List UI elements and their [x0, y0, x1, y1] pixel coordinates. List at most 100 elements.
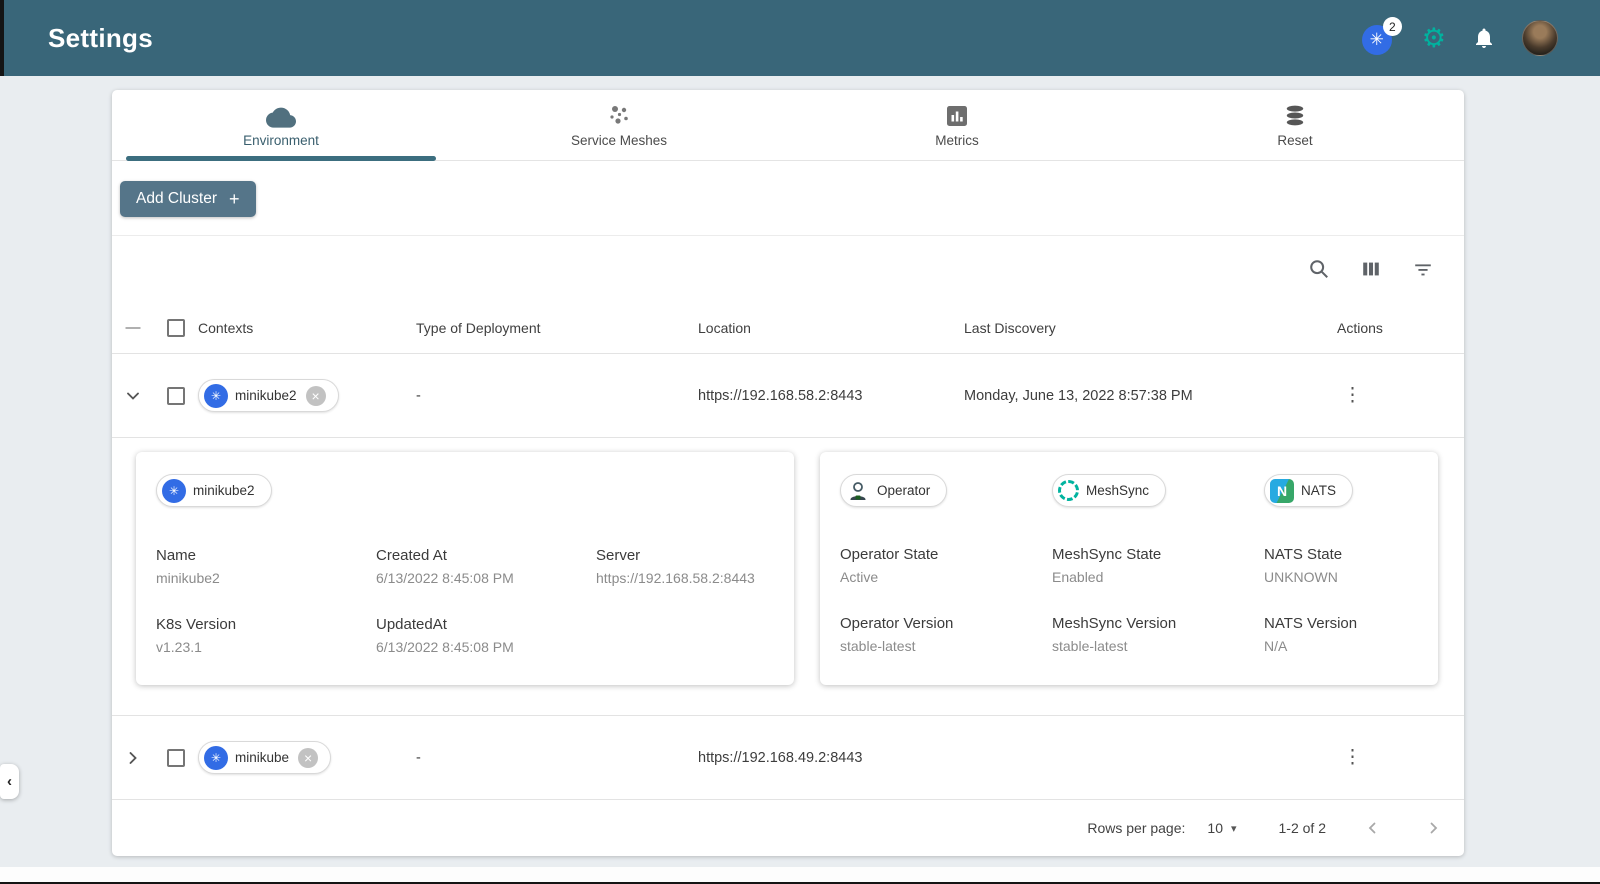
cluster-chip-minikube2: ✳ minikube2: [156, 474, 272, 507]
metrics-chart-icon: [945, 102, 969, 128]
service-mesh-icon: [606, 102, 632, 128]
filter-icon[interactable]: [1412, 258, 1434, 280]
field-label: Name: [156, 547, 197, 564]
column-header-last-discovery[interactable]: Last Discovery: [964, 320, 1319, 336]
tab-service-meshes[interactable]: Service Meshes: [450, 90, 788, 160]
kubernetes-icon: ✳: [204, 383, 228, 408]
plus-icon: +: [228, 189, 240, 209]
context-chip-minikube[interactable]: ✳ minikube ×: [198, 741, 332, 774]
context-chip-minikube2[interactable]: ✳ minikube2 ×: [198, 379, 339, 412]
sidebar-collapse-handle[interactable]: ‹: [0, 764, 19, 799]
field-value: Active: [840, 568, 879, 585]
settings-tabs: Environment Service Meshes Metrics Reset: [112, 90, 1464, 161]
tab-metrics[interactable]: Metrics: [788, 90, 1126, 160]
tab-environment[interactable]: Environment: [112, 90, 450, 161]
field-value: N/A: [1264, 637, 1288, 654]
settings-gear-icon[interactable]: ⚙: [1422, 24, 1446, 52]
field-meshsync-version: MeshSync Version stable-latest: [1052, 615, 1264, 654]
tab-reset[interactable]: Reset: [1126, 90, 1464, 160]
tab-service-meshes-label: Service Meshes: [570, 133, 668, 148]
operator-detail-panel: Operator MeshSync N NATS Operator State …: [820, 452, 1438, 685]
row-checkbox[interactable]: [167, 386, 185, 405]
chevron-left-icon: ‹: [7, 773, 12, 790]
row-checkbox[interactable]: [167, 748, 185, 767]
close-icon[interactable]: ×: [298, 747, 319, 768]
tab-reset-label: Reset: [1277, 133, 1313, 148]
field-label: K8s Version: [156, 616, 237, 633]
field-value: minikube2: [156, 570, 220, 586]
collapse-all-icon[interactable]: —: [126, 319, 141, 336]
column-header-contexts[interactable]: Contexts: [198, 320, 416, 336]
operator-chip-label: Operator: [877, 483, 931, 498]
chevron-down-icon[interactable]: [123, 386, 143, 406]
cluster-chip-label: minikube2: [193, 483, 255, 498]
field-updated-at: UpdatedAt 6/13/2022 8:45:08 PM: [376, 616, 596, 655]
field-value: stable-latest: [840, 637, 916, 654]
caret-down-icon: ▾: [1230, 822, 1237, 835]
field-created-at: Created At 6/13/2022 8:45:08 PM: [376, 547, 596, 586]
kubernetes-count-badge: 2: [1382, 17, 1402, 36]
field-nats-state: NATS State UNKNOWN: [1264, 546, 1418, 585]
kubernetes-status-button[interactable]: ✳ 2: [1361, 17, 1402, 55]
context-chip-label: minikube: [235, 750, 290, 765]
previous-page-button[interactable]: [1364, 819, 1382, 837]
close-icon[interactable]: ×: [305, 385, 326, 406]
field-label: Operator State: [840, 545, 939, 563]
column-header-type[interactable]: Type of Deployment: [416, 320, 698, 336]
field-label: Operator Version: [840, 614, 954, 632]
meshsync-chip: MeshSync: [1052, 474, 1167, 507]
add-cluster-button[interactable]: Add Cluster +: [120, 181, 256, 217]
search-icon[interactable]: [1308, 258, 1330, 280]
field-name: Name minikube2: [156, 547, 376, 586]
pagination-range: 1-2 of 2: [1278, 820, 1326, 836]
table-pagination: Rows per page: 10 ▾ 1-2 of 2: [112, 800, 1464, 856]
field-nats-version: NATS Version N/A: [1264, 615, 1418, 654]
select-all-checkbox[interactable]: [167, 318, 185, 337]
rows-per-page-label: Rows per page:: [1087, 820, 1186, 836]
field-value: UNKNOWN: [1264, 568, 1338, 585]
column-header-location[interactable]: Location: [698, 320, 964, 336]
last-discovery-cell: Monday, June 13, 2022 8:57:38 PM: [964, 387, 1193, 404]
operator-chip: Operator: [840, 474, 948, 507]
row-actions-kebab-icon[interactable]: ⋮: [1337, 383, 1368, 408]
field-value: stable-latest: [1052, 637, 1128, 654]
cluster-detail-panel: ✳ minikube2 Name minikube2 Created At 6/…: [136, 452, 794, 685]
row-actions-kebab-icon[interactable]: ⋮: [1337, 745, 1368, 770]
field-label: UpdatedAt: [376, 616, 447, 633]
app-header: Settings ✳ 2 ⚙: [0, 0, 1600, 76]
page-title: Settings: [48, 22, 153, 53]
field-operator-version: Operator Version stable-latest: [840, 615, 1052, 654]
table-row-minikube: ✳ minikube × - https://192.168.49.2:8443…: [112, 716, 1464, 800]
field-value: Enabled: [1052, 568, 1104, 585]
next-page-button[interactable]: [1424, 819, 1442, 837]
user-avatar[interactable]: [1522, 20, 1558, 56]
notifications-bell-icon[interactable]: [1472, 26, 1496, 50]
field-label: MeshSync State: [1052, 545, 1162, 563]
table-toolbar: [112, 236, 1464, 290]
bottom-strip: [0, 867, 1600, 882]
table-header-row: — Contexts Type of Deployment Location L…: [112, 302, 1464, 354]
add-cluster-label: Add Cluster: [136, 190, 217, 207]
kubernetes-icon: ✳: [204, 745, 228, 770]
database-icon: [1282, 102, 1308, 128]
field-label: Server: [596, 547, 641, 564]
view-columns-icon[interactable]: [1360, 258, 1382, 280]
action-row: Add Cluster +: [112, 161, 1464, 236]
location-cell: https://192.168.58.2:8443: [698, 387, 863, 404]
field-value: v1.23.1: [156, 639, 202, 655]
field-server: Server https://192.168.58.2:8443: [596, 547, 774, 586]
kubernetes-icon: ✳: [162, 478, 186, 503]
nats-icon: N: [1270, 478, 1294, 503]
meshsync-icon: [1058, 480, 1079, 501]
field-k8s-version: K8s Version v1.23.1: [156, 616, 376, 655]
field-value: 6/13/2022 8:45:08 PM: [376, 570, 514, 586]
chevron-right-icon[interactable]: [123, 748, 143, 768]
operator-icon: [846, 479, 870, 503]
field-label: Created At: [376, 547, 447, 564]
rows-per-page-select[interactable]: 10 ▾: [1207, 820, 1236, 836]
field-operator-state: Operator State Active: [840, 546, 1052, 585]
meshsync-chip-label: MeshSync: [1086, 483, 1150, 498]
table-row-minikube2: ✳ minikube2 × - https://192.168.58.2:844…: [112, 354, 1464, 438]
context-chip-label: minikube2: [235, 388, 297, 403]
expanded-row-detail: ✳ minikube2 Name minikube2 Created At 6/…: [112, 438, 1464, 716]
